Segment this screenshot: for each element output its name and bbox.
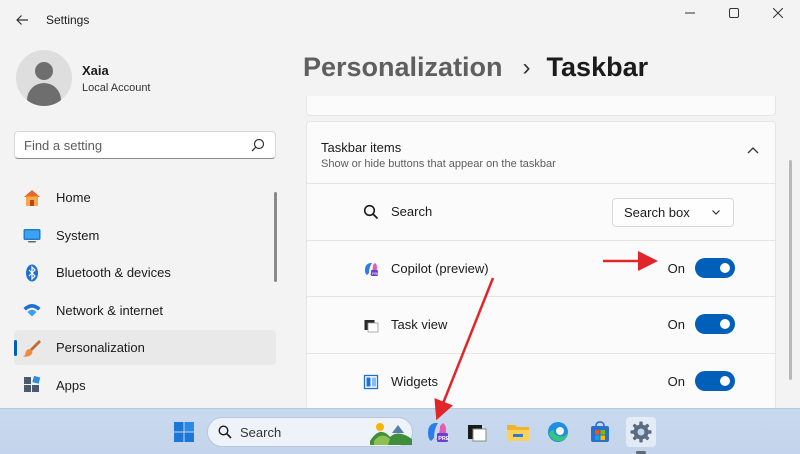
- back-button[interactable]: [2, 0, 42, 40]
- setting-row-widgets: Widgets On: [307, 353, 775, 408]
- close-icon: [773, 8, 783, 18]
- svg-text:PRE: PRE: [372, 271, 379, 275]
- wifi-icon: [22, 300, 42, 320]
- minimize-icon: [685, 12, 695, 14]
- task-view-toggle[interactable]: [695, 314, 735, 334]
- back-arrow-icon: [16, 15, 28, 25]
- search-icon: [218, 425, 232, 439]
- sidebar-item-label: Bluetooth & devices: [56, 265, 171, 281]
- sidebar-item-label: Network & internet: [56, 302, 163, 318]
- settings-window: Settings Xaia Local Account Find a setti…: [0, 0, 800, 408]
- edge-icon: [548, 422, 568, 442]
- file-explorer-icon: [507, 425, 529, 441]
- main-scrollbar[interactable]: [789, 160, 792, 380]
- widgets-icon: [363, 374, 379, 390]
- search-highlight-icon: [370, 423, 412, 445]
- sidebar-item-apps[interactable]: Apps: [14, 368, 276, 403]
- avatar: [16, 50, 72, 106]
- taskbar-items-header[interactable]: Taskbar items Show or hide buttons that …: [307, 122, 775, 184]
- system-monitor-icon: [22, 225, 42, 245]
- taskbar-settings-button[interactable]: [626, 417, 656, 447]
- windows-taskbar: Search PRE: [0, 408, 800, 454]
- toggle-state-label: On: [667, 260, 685, 276]
- search-icon: [251, 138, 265, 152]
- setting-label: Copilot (preview): [391, 260, 489, 276]
- setting-label: Task view: [391, 317, 448, 332]
- taskbar-task-view-button[interactable]: [462, 417, 492, 447]
- breadcrumb-separator: ›: [522, 53, 531, 81]
- taskbar-file-explorer-button[interactable]: [503, 417, 533, 447]
- task-view-icon: [363, 317, 379, 333]
- setting-row-search: Search Search box: [307, 184, 775, 241]
- sidebar-item-label: System: [56, 227, 100, 243]
- group-description: Show or hide buttons that appear on the …: [321, 158, 556, 170]
- copilot-icon: PRE: [428, 423, 449, 442]
- copilot-icon: PRE: [363, 261, 379, 277]
- settings-gear-icon: [630, 421, 652, 443]
- sidebar-scrollbar[interactable]: [274, 192, 277, 282]
- chevron-down-icon: [712, 210, 720, 215]
- search-mode-dropdown[interactable]: Search box: [612, 198, 734, 227]
- taskbar-edge-button[interactable]: [543, 417, 573, 447]
- user-profile[interactable]: Xaia Local Account: [16, 50, 151, 106]
- sidebar-item-network[interactable]: Network & internet: [14, 293, 276, 328]
- maximize-button[interactable]: [712, 0, 756, 26]
- widgets-toggle[interactable]: [695, 370, 735, 391]
- taskbar-copilot-button[interactable]: PRE: [422, 417, 452, 447]
- toggle-state-label: On: [667, 317, 685, 332]
- windows-start-icon: [174, 422, 194, 442]
- paintbrush-icon: [22, 338, 42, 358]
- setting-row-task-view: Task view On: [307, 297, 775, 354]
- title-bar: Settings: [0, 0, 800, 40]
- settings-search-box[interactable]: [14, 131, 276, 159]
- window-controls: [668, 0, 800, 26]
- search-icon: [363, 204, 379, 220]
- start-button[interactable]: [169, 417, 199, 447]
- profile-name: Xaia: [82, 62, 109, 78]
- settings-search-input[interactable]: [24, 137, 244, 153]
- profile-account-type: Local Account: [82, 81, 151, 94]
- sidebar-item-bluetooth[interactable]: Bluetooth & devices: [14, 255, 276, 290]
- taskbar-search-label: Search: [240, 424, 282, 440]
- taskbar-items-group: Taskbar items Show or hide buttons that …: [306, 121, 776, 408]
- setting-label: Widgets: [391, 373, 438, 389]
- taskbar-store-button[interactable]: [585, 417, 615, 447]
- toggle-state-label: On: [667, 373, 685, 389]
- breadcrumb-parent[interactable]: Personalization: [303, 52, 503, 83]
- dropdown-value: Search box: [624, 205, 690, 220]
- sidebar-item-home[interactable]: Home: [14, 180, 276, 215]
- close-button[interactable]: [756, 0, 800, 26]
- setting-label: Search: [391, 204, 433, 219]
- sidebar-item-label: Personalization: [56, 340, 145, 356]
- bluetooth-icon: [22, 263, 42, 283]
- page-title: Taskbar: [546, 52, 649, 82]
- breadcrumb: Personalization › Taskbar: [303, 52, 648, 83]
- taskbar-search-box[interactable]: Search: [207, 417, 413, 447]
- maximize-icon: [729, 8, 739, 18]
- group-title: Taskbar items: [321, 140, 402, 155]
- setting-row-copilot: PRE Copilot (preview) On: [307, 240, 775, 297]
- sidebar-item-system[interactable]: System: [14, 218, 276, 253]
- minimize-button[interactable]: [668, 0, 712, 26]
- sidebar-nav: Home System Bluetooth & devices Network …: [14, 180, 276, 406]
- home-icon: [22, 188, 42, 208]
- window-title: Settings: [46, 13, 90, 27]
- sidebar-item-personalization[interactable]: Personalization: [14, 330, 276, 366]
- apps-icon: [22, 375, 42, 395]
- svg-text:PRE: PRE: [438, 436, 449, 442]
- task-view-icon: [468, 425, 487, 442]
- chevron-up-icon[interactable]: [747, 146, 759, 154]
- sidebar-item-label: Home: [56, 190, 91, 205]
- copilot-toggle[interactable]: [695, 257, 735, 278]
- store-icon: [591, 421, 609, 442]
- sidebar-item-label: Apps: [56, 377, 86, 393]
- previous-settings-card: [306, 96, 776, 116]
